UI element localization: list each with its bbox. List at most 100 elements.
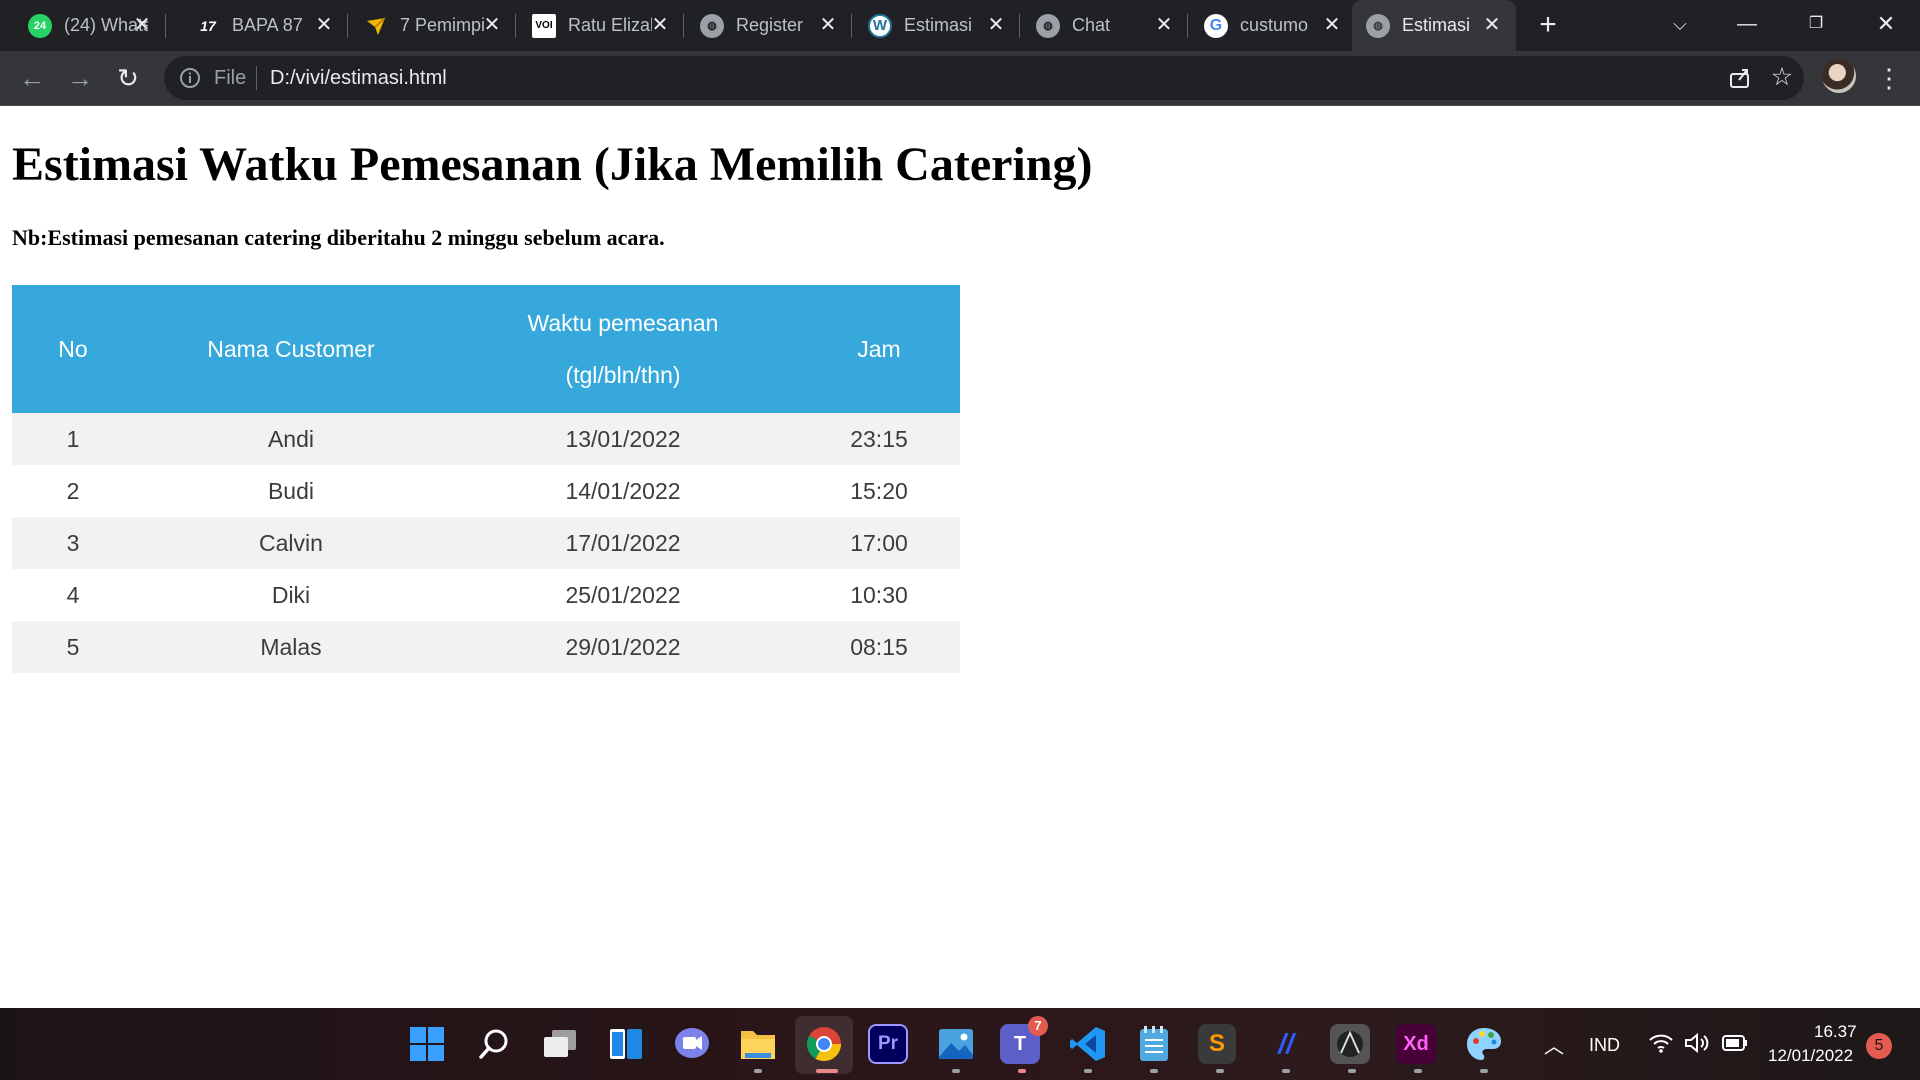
running-indicator	[754, 1069, 762, 1073]
profile-avatar[interactable]	[1822, 59, 1856, 93]
adobe-xd-icon[interactable]: Xd	[1396, 1024, 1436, 1064]
address-divider	[256, 66, 257, 90]
game-app-icon[interactable]	[1330, 1024, 1370, 1064]
header-nama-customer: Nama Customer	[134, 285, 448, 413]
cell-jam: 23:15	[798, 413, 960, 465]
tab-bapa87[interactable]: 17 BAPA 87 ✕	[182, 0, 348, 51]
running-indicator	[1414, 1069, 1422, 1073]
tab-separator	[851, 14, 852, 38]
chat-icon[interactable]	[670, 1022, 714, 1066]
wordpress-icon: W	[868, 13, 892, 38]
sublime-text-icon[interactable]: S	[1198, 1024, 1236, 1064]
close-icon[interactable]: ✕	[1480, 13, 1504, 37]
header-jam: Jam	[798, 285, 960, 413]
tab-title: Estimasi	[1402, 15, 1471, 35]
page-content: Estimasi Watku Pemesanan (Jika Memilih C…	[0, 107, 1920, 1007]
cell-tanggal: 14/01/2022	[448, 465, 798, 517]
close-icon[interactable]: ✕	[1152, 13, 1176, 37]
address-bar[interactable]: File D:/vivi/estimasi.html ☆	[164, 56, 1804, 100]
close-icon[interactable]: ✕	[130, 13, 154, 37]
running-indicator	[1282, 1069, 1290, 1073]
running-indicator	[1018, 1069, 1026, 1073]
start-button-icon[interactable]	[405, 1022, 449, 1066]
back-arrow-icon[interactable]: ←	[14, 60, 50, 96]
notification-badge[interactable]: 5	[1866, 1033, 1892, 1059]
cell-nama: Diki	[134, 569, 448, 621]
language-indicator[interactable]: IND	[1589, 1035, 1620, 1056]
tab-search-chevron-down-icon[interactable]: ⌵	[1660, 6, 1700, 42]
tab-custumo[interactable]: G custumo ✕	[1190, 0, 1356, 51]
bookmark-star-icon[interactable]: ☆	[1768, 62, 1796, 92]
battery-icon[interactable]	[1722, 1034, 1748, 1057]
new-tab-button[interactable]: +	[1532, 10, 1564, 42]
clock-time[interactable]: 16.37	[1814, 1022, 1857, 1042]
notepad-icon[interactable]	[1132, 1022, 1176, 1066]
cell-tanggal: 13/01/2022	[448, 413, 798, 465]
tab-ratu-elizabeth[interactable]: VOI Ratu Elizabeth ✕	[518, 0, 684, 51]
tab-separator	[347, 14, 348, 38]
tab-title: 7 Pemimpin	[400, 15, 484, 35]
share-icon[interactable]	[1726, 64, 1754, 92]
globe-icon: ◍	[1366, 13, 1390, 38]
cell-no: 4	[12, 569, 134, 621]
teams-letter: T	[1013, 1032, 1027, 1055]
tab-title: Ratu Elizabeth	[568, 15, 652, 35]
close-icon[interactable]: ✕	[816, 13, 840, 37]
photos-icon[interactable]	[934, 1022, 978, 1066]
cell-no: 1	[12, 413, 134, 465]
paint-icon[interactable]	[1462, 1022, 1506, 1066]
running-indicator	[1150, 1069, 1158, 1073]
wifi-icon[interactable]	[1648, 1032, 1674, 1059]
vscode-icon[interactable]	[1066, 1022, 1110, 1066]
tab-estimasi-active[interactable]: ◍ Estimasi ✕	[1352, 0, 1516, 51]
minimize-icon[interactable]: —	[1727, 6, 1767, 42]
restore-icon[interactable]: ❐	[1796, 6, 1836, 42]
task-view-icon[interactable]	[538, 1022, 582, 1066]
header-waktu-line1: Waktu pemesanan	[527, 310, 719, 336]
teams-badge: 7	[1028, 1016, 1048, 1036]
scheme-label: File	[214, 67, 247, 89]
cell-nama: Calvin	[134, 517, 448, 569]
cell-no: 3	[12, 517, 134, 569]
volume-icon[interactable]	[1684, 1032, 1712, 1059]
reload-icon[interactable]: ↻	[110, 60, 146, 96]
tab-separator	[683, 14, 684, 38]
tab-title: BAPA 87	[232, 15, 303, 35]
cell-no: 5	[12, 621, 134, 673]
globe-icon: ◍	[1036, 13, 1060, 38]
running-indicator	[1480, 1069, 1488, 1073]
cell-tanggal: 25/01/2022	[448, 569, 798, 621]
cell-jam: 08:15	[798, 621, 960, 673]
close-icon[interactable]: ✕	[312, 13, 336, 37]
tab-whatsapp[interactable]: 24 (24) WhatsApp ✕	[14, 0, 166, 51]
running-indicator	[1084, 1069, 1092, 1073]
tab-chat[interactable]: ◍ Chat ✕	[1022, 0, 1188, 51]
clock-date[interactable]: 12/01/2022	[1768, 1046, 1853, 1066]
search-icon[interactable]	[472, 1022, 516, 1066]
tab-register[interactable]: ◍ Register ✕	[686, 0, 852, 51]
chrome-icon[interactable]	[802, 1022, 846, 1066]
menu-kebab-icon[interactable]: ⋮	[1876, 61, 1902, 95]
premiere-pro-icon[interactable]: Pr	[868, 1024, 908, 1064]
close-icon[interactable]: ✕	[1320, 13, 1344, 37]
close-icon[interactable]: ✕	[984, 13, 1008, 37]
google-icon: G	[1204, 13, 1228, 38]
teams-icon[interactable]: T 7	[1000, 1016, 1048, 1064]
url-text[interactable]: D:/vivi/estimasi.html	[270, 66, 447, 90]
cell-tanggal: 17/01/2022	[448, 517, 798, 569]
close-icon[interactable]: ✕	[648, 13, 672, 37]
pen-app-icon[interactable]: //	[1264, 1022, 1308, 1066]
table-row: 3 Calvin 17/01/2022 17:00	[12, 517, 960, 569]
tab-estimasi-wordpress[interactable]: W Estimasi ✕	[854, 0, 1020, 51]
file-explorer-icon[interactable]	[736, 1022, 780, 1066]
tab-pemimpin[interactable]: 7 Pemimpin ✕	[350, 0, 516, 51]
window-close-icon[interactable]: ✕	[1866, 6, 1906, 42]
forward-arrow-icon[interactable]: →	[62, 60, 98, 96]
globe-icon: ◍	[700, 13, 724, 38]
close-icon[interactable]: ✕	[480, 13, 504, 37]
widgets-icon[interactable]	[604, 1022, 648, 1066]
show-hidden-icons-chevron-up-icon[interactable]: ︿	[1544, 1030, 1564, 1059]
whatsapp-icon: 24	[28, 13, 52, 38]
page-title: Estimasi Watku Pemesanan (Jika Memilih C…	[12, 138, 1093, 191]
info-icon[interactable]	[178, 66, 202, 90]
